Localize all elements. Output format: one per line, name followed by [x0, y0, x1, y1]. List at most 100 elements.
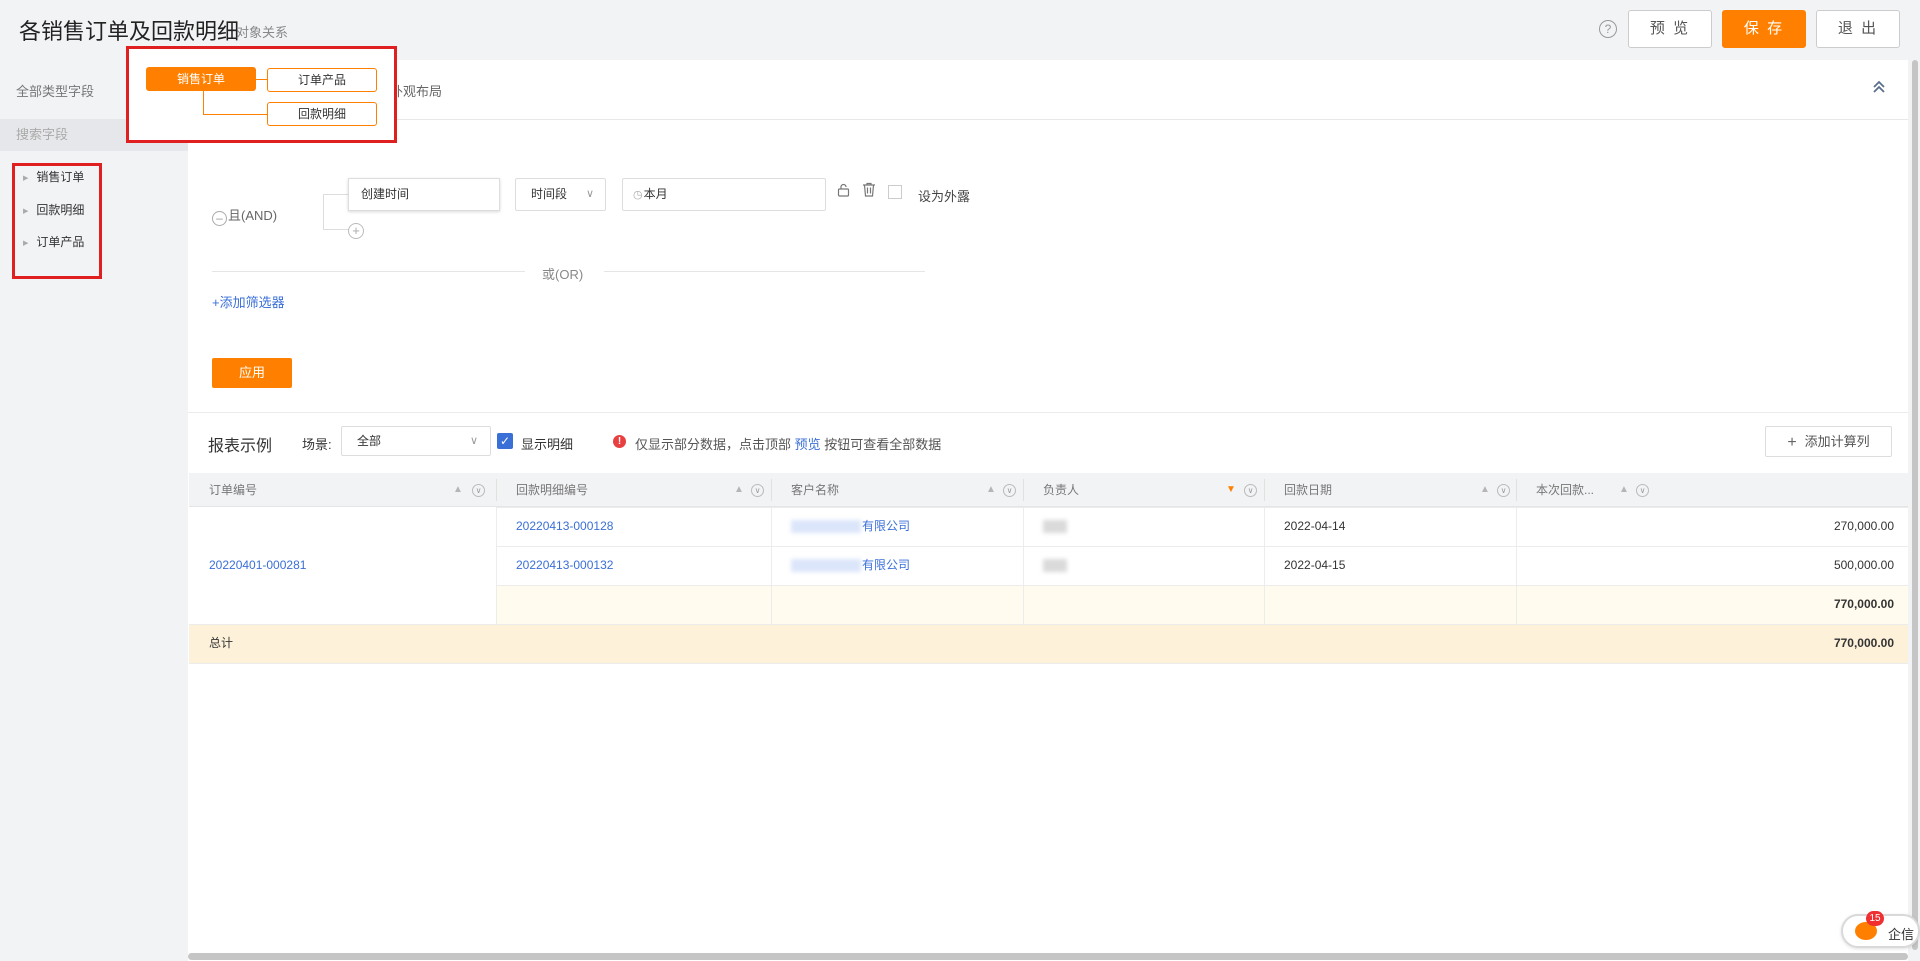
column-menu-icon[interactable]: ∨: [1636, 484, 1649, 497]
main-panel: 外观布局 – 且(AND) 创建时间 + 时间段 ∨ ◷本月 设为外露 或(OR)…: [188, 60, 1908, 961]
filter-field-select[interactable]: 创建时间: [348, 178, 500, 211]
subtotal-amount: 770,000.00: [1833, 597, 1894, 611]
report-title: 报表示例: [208, 438, 273, 455]
grid-line: [1264, 507, 1265, 624]
expose-checkbox[interactable]: [888, 185, 902, 199]
relation-node-payment-detail[interactable]: 回款明细: [267, 102, 377, 126]
unlock-icon[interactable]: [837, 183, 850, 197]
horizontal-scrollbar[interactable]: [188, 953, 1908, 960]
sort-icon[interactable]: ▲: [1619, 473, 1629, 507]
expand-triangle-icon: ▶: [23, 175, 29, 182]
column-header-customer[interactable]: 客户名称 ▲ ∨: [771, 473, 1023, 507]
column-menu-icon[interactable]: ∨: [472, 484, 485, 497]
clock-icon: ◷: [633, 189, 643, 201]
customer-name-link[interactable]: 有限公司: [791, 507, 910, 546]
vertical-scrollbar[interactable]: [1912, 60, 1918, 950]
table-header: 订单编号 ▲ ∨ 回款明细编号 ▲ ∨ 客户名称 ▲ ∨ 负责人 ▼ ∨ 回款日…: [189, 473, 1908, 507]
page-title: 各销售订单及回款明细: [19, 19, 240, 44]
payment-number-link[interactable]: 20220413-000132: [516, 546, 613, 585]
total-amount: 770,000.00: [1833, 636, 1894, 650]
or-divider: [604, 271, 925, 272]
or-divider: [212, 271, 525, 272]
relation-node-order-product[interactable]: 订单产品: [267, 68, 377, 92]
warning-icon: !: [613, 435, 626, 448]
relation-connector: [203, 114, 267, 115]
sort-icon[interactable]: ▲: [986, 473, 996, 507]
apply-button[interactable]: 应用: [212, 358, 292, 388]
expand-triangle-icon: ▶: [23, 208, 29, 215]
remove-group-icon[interactable]: –: [212, 211, 227, 226]
column-header-order-no[interactable]: 订单编号 ▲ ∨: [189, 473, 496, 507]
column-header-payment-no[interactable]: 回款明细编号 ▲ ∨: [496, 473, 771, 507]
order-number-link[interactable]: 20220401-000281: [209, 546, 306, 585]
tree-item-payment-detail[interactable]: ▶ 回款明细: [23, 201, 84, 218]
amount-cell: 270,000.00: [1833, 519, 1894, 533]
owner-cell: [1043, 507, 1067, 546]
save-button[interactable]: 保 存: [1722, 10, 1806, 48]
help-icon[interactable]: ?: [1599, 20, 1617, 38]
field-sidebar: 全部类型字段 搜索字段 ▶ 销售订单 ▶ 回款明细 ▶ 订单产品: [0, 60, 188, 961]
unread-badge: 15: [1866, 911, 1884, 926]
collapse-up-icon[interactable]: [1872, 80, 1886, 99]
scene-label: 场景:: [302, 437, 332, 452]
section-divider: [188, 412, 1908, 413]
amount-cell: 500,000.00: [1833, 558, 1894, 572]
redacted-text: [1043, 520, 1067, 534]
payment-date-cell: 2022-04-14: [1284, 519, 1346, 533]
redacted-text: [791, 559, 861, 573]
relation-connector: [203, 91, 204, 114]
add-condition-icon[interactable]: +: [348, 223, 364, 239]
tree-item-order-product[interactable]: ▶ 订单产品: [23, 233, 84, 250]
grid-line: [1023, 507, 1024, 624]
show-detail-label: 显示明细: [521, 437, 574, 452]
preview-button[interactable]: 预 览: [1628, 10, 1712, 48]
scene-select[interactable]: 全部 ∨: [341, 426, 491, 456]
all-fields-dropdown[interactable]: 全部类型字段: [16, 81, 94, 100]
sort-icon[interactable]: ▲: [734, 473, 744, 507]
date-range-input[interactable]: ◷本月: [622, 178, 826, 211]
object-relation-link[interactable]: 对象关系: [236, 22, 288, 41]
expand-triangle-icon: ▶: [23, 240, 29, 247]
column-header-owner[interactable]: 负责人 ▼ ∨: [1023, 473, 1264, 507]
chevron-down-icon: ∨: [585, 188, 594, 200]
column-menu-icon[interactable]: ∨: [1497, 484, 1510, 497]
sort-icon[interactable]: ▲: [453, 473, 463, 507]
chevron-down-icon: ∨: [469, 435, 478, 447]
partial-data-notice: 仅显示部分数据，点击顶部 预览 按钮可查看全部数据: [635, 437, 942, 452]
tree-item-sales-order[interactable]: ▶ 销售订单: [23, 168, 84, 185]
relation-connector: [256, 79, 267, 80]
column-menu-icon[interactable]: ∨: [1003, 484, 1016, 497]
customer-name-link[interactable]: 有限公司: [791, 546, 910, 585]
chat-label: 企信: [1888, 927, 1915, 942]
redacted-text: [791, 520, 861, 534]
sort-desc-active-icon[interactable]: ▼: [1226, 473, 1236, 507]
sort-icon[interactable]: ▲: [1480, 473, 1490, 507]
or-label: 或(OR): [542, 267, 584, 282]
notice-preview-link[interactable]: 预览: [795, 437, 821, 452]
owner-cell: [1043, 546, 1067, 585]
and-group-label: – 且(AND): [212, 205, 277, 226]
show-detail-checkbox[interactable]: ✓: [497, 433, 513, 449]
add-calculated-column-button[interactable]: + 添加计算列: [1765, 426, 1892, 457]
column-menu-icon[interactable]: ∨: [1244, 484, 1257, 497]
plus-icon: +: [1787, 434, 1797, 451]
operator-select[interactable]: 时间段 ∨: [515, 178, 606, 211]
grid-line: [771, 507, 772, 624]
exit-button[interactable]: 退 出: [1816, 10, 1900, 48]
total-label: 总计: [209, 636, 234, 650]
add-filter-link[interactable]: +添加筛选器: [212, 292, 285, 311]
config-tabbar: 外观布局: [188, 60, 1908, 120]
object-tree-highlight: ▶ 销售订单 ▶ 回款明细 ▶ 订单产品: [12, 163, 102, 279]
column-header-amount[interactable]: 本次回款... ▲ ∨: [1516, 473, 1649, 507]
enterprise-chat-button[interactable]: 15 企信: [1841, 911, 1920, 948]
group-bracket: [323, 194, 349, 230]
trash-icon[interactable]: [862, 182, 876, 197]
grid-line: [189, 663, 1908, 664]
redacted-text: [1043, 559, 1067, 573]
column-header-payment-date[interactable]: 回款日期 ▲ ∨: [1264, 473, 1516, 507]
object-relation-popup: 销售订单 订单产品 回款明细: [126, 46, 397, 143]
payment-number-link[interactable]: 20220413-000128: [516, 507, 613, 546]
column-menu-icon[interactable]: ∨: [751, 484, 764, 497]
tab-layout[interactable]: 外观布局: [390, 81, 442, 100]
relation-node-sales-order[interactable]: 销售订单: [146, 67, 256, 91]
